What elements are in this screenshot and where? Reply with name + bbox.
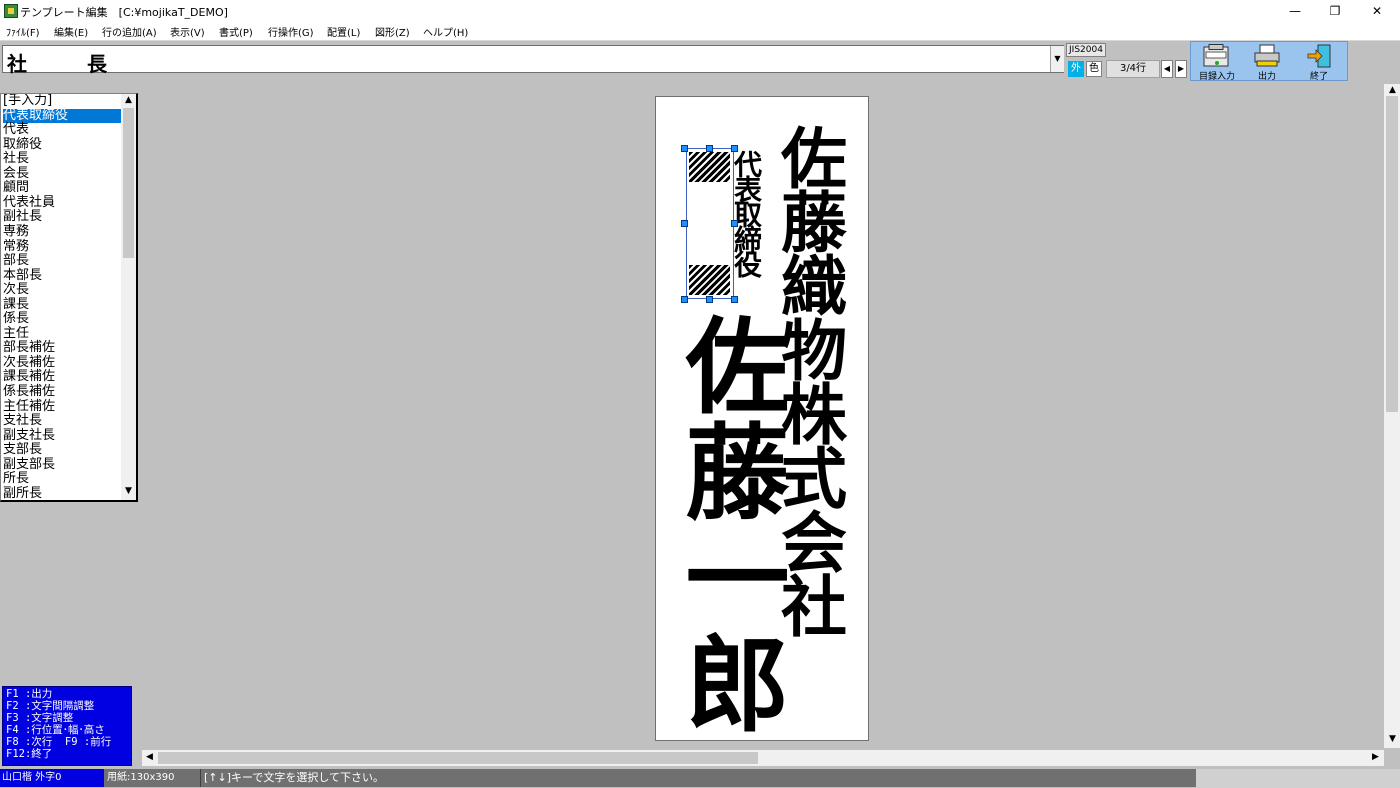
scroll-right-icon[interactable]: ▶ (1368, 752, 1383, 762)
help-line: F2 :文字間隔調整 (6, 700, 95, 712)
charset-label: JIS2004 (1066, 43, 1106, 57)
status-font: 山口楷 外字0 (0, 769, 104, 787)
title-list-item[interactable]: 常務 (3, 239, 29, 255)
canvas-horizontal-scroll-thumb[interactable] (158, 752, 758, 764)
title-list-item[interactable]: 社長 (3, 152, 29, 167)
catalog-input-icon (1203, 44, 1229, 67)
menu-help[interactable]: ヘルプ(H) (423, 24, 468, 39)
canvas-vertical-scroll-thumb[interactable] (1386, 96, 1398, 412)
scroll-up-icon[interactable]: ▲ (121, 95, 136, 105)
menu-format[interactable]: 書式(P) (219, 24, 253, 39)
title-list-item[interactable]: 代表取締役 (3, 108, 121, 124)
resize-handle[interactable] (681, 145, 688, 152)
title-list-item[interactable]: 副支部長 (3, 457, 55, 473)
gaiji-button[interactable]: 外 (1068, 61, 1084, 77)
help-line: F12:終了 (6, 748, 53, 760)
menu-edit[interactable]: 編集(E) (54, 24, 88, 39)
help-line: F1 :出力 (6, 688, 53, 700)
title-list-item[interactable]: 係長補佐 (3, 384, 55, 400)
line-indicator: 3/4行 (1106, 60, 1160, 78)
status-bar-empty (1196, 769, 1400, 788)
resize-handle[interactable] (731, 296, 738, 303)
resize-handle[interactable] (731, 220, 738, 227)
menu-shapes[interactable]: 図形(Z) (375, 24, 410, 39)
title-list-item[interactable]: 主任補佐 (3, 399, 55, 415)
title-list-item[interactable]: 顧問 (3, 181, 29, 196)
title-list-item[interactable]: 係長 (3, 312, 29, 327)
resize-handle[interactable] (706, 145, 713, 152)
help-line: F8 :次行 F9 :前行 (6, 736, 112, 748)
title-list-item[interactable]: 部長 (3, 254, 29, 269)
exit-label: 終了 (1309, 72, 1328, 82)
next-line-button[interactable]: ▶ (1175, 60, 1187, 78)
scroll-down-icon[interactable]: ▼ (1385, 734, 1400, 744)
exit-button[interactable]: 終了 (1294, 44, 1344, 82)
color-button[interactable]: 色 (1086, 61, 1102, 77)
title-list-item[interactable]: 支部長 (3, 443, 42, 458)
title-list-item[interactable]: 所長 (3, 472, 29, 487)
scroll-down-icon[interactable]: ▼ (121, 486, 136, 496)
output-label: 出力 (1257, 72, 1276, 82)
resize-handle[interactable] (731, 145, 738, 152)
title-list-item[interactable]: 支社長 (3, 414, 42, 429)
menu-layout[interactable]: 配置(L) (327, 24, 360, 39)
printer-icon (1254, 44, 1280, 67)
help-line: F4 :行位置･幅･高さ (6, 724, 105, 736)
title-list-item[interactable]: 主任 (3, 326, 29, 342)
title-list-item[interactable]: 会長 (3, 166, 29, 182)
resize-handle[interactable] (706, 296, 713, 303)
title-list-item[interactable]: 専務 (3, 224, 29, 240)
menu-view[interactable]: 表示(V) (170, 24, 205, 39)
menu-add-line[interactable]: 行の追加(A) (102, 24, 157, 39)
title-list-item[interactable]: 本部長 (3, 268, 42, 284)
line-text-value: 社 長 (7, 52, 107, 76)
line-text-combo[interactable]: 社 長 (2, 45, 1064, 76)
status-paper: 用紙:130x390 (104, 769, 200, 787)
title-list-item[interactable]: 課長補佐 (3, 370, 55, 385)
resize-handle[interactable] (681, 296, 688, 303)
title-list[interactable]: [手入力] 代表取締役 代表 取締役 社長 会長 顧問 代表社員 副社長 専務 常務 部長 本部長 次長課… (0, 93, 138, 502)
title-list-item[interactable]: 副所長 (3, 486, 42, 500)
menu-bar: ﾌｧｲﾙ(F) 編集(E) 行の追加(A) 表示(V) 書式(P) 行操作(G)… (0, 22, 1400, 40)
prev-line-button[interactable]: ◀ (1161, 60, 1173, 78)
close-button[interactable]: ✕ (1354, 0, 1400, 22)
exit-door-icon (1307, 44, 1331, 68)
title-list-item[interactable]: 副社長 (3, 210, 42, 225)
scroll-up-icon[interactable]: ▲ (1385, 85, 1400, 95)
position-title-text[interactable]: 代表取締役 (730, 150, 763, 275)
restore-button[interactable]: ❐ (1312, 0, 1358, 22)
catalog-input-label: 目録入力 (1198, 72, 1235, 82)
title-list-item[interactable]: 課長 (3, 297, 29, 313)
title-list-item[interactable]: 部長補佐 (3, 341, 55, 356)
status-message: [↑↓]キーで文字を選択して下さい。 (200, 769, 1196, 787)
scroll-left-icon[interactable]: ◀ (142, 752, 157, 762)
menu-file[interactable]: ﾌｧｲﾙ(F) (6, 24, 40, 39)
menu-line-ops[interactable]: 行操作(G) (268, 24, 314, 39)
app-icon (4, 4, 18, 18)
title-list-item[interactable]: [手入力] (3, 94, 52, 109)
title-list-item[interactable]: 副支社長 (3, 428, 55, 444)
title-list-item[interactable]: 次長 (3, 283, 29, 298)
title-list-item[interactable]: 代表 (3, 123, 29, 138)
title-list-scroll-thumb[interactable] (123, 108, 134, 258)
title-list-item[interactable]: 取締役 (3, 137, 42, 153)
combo-dropdown-arrow-icon[interactable]: ▼ (1050, 46, 1064, 72)
catalog-input-button[interactable]: 目録入力 (1192, 44, 1242, 82)
person-name-text[interactable]: 佐藤一郎 (667, 312, 790, 736)
function-key-help: F1 :出力 F2 :文字間隔調整 F3 :文字調整 F4 :行位置･幅･高さ … (2, 686, 132, 766)
window-title: テンプレート編集 [C:¥mojikaT_DEMO] (20, 6, 228, 19)
output-button[interactable]: 出力 (1242, 44, 1292, 82)
help-line: F3 :文字調整 (6, 712, 74, 724)
selection-box[interactable] (686, 148, 734, 299)
resize-handle[interactable] (681, 220, 688, 227)
